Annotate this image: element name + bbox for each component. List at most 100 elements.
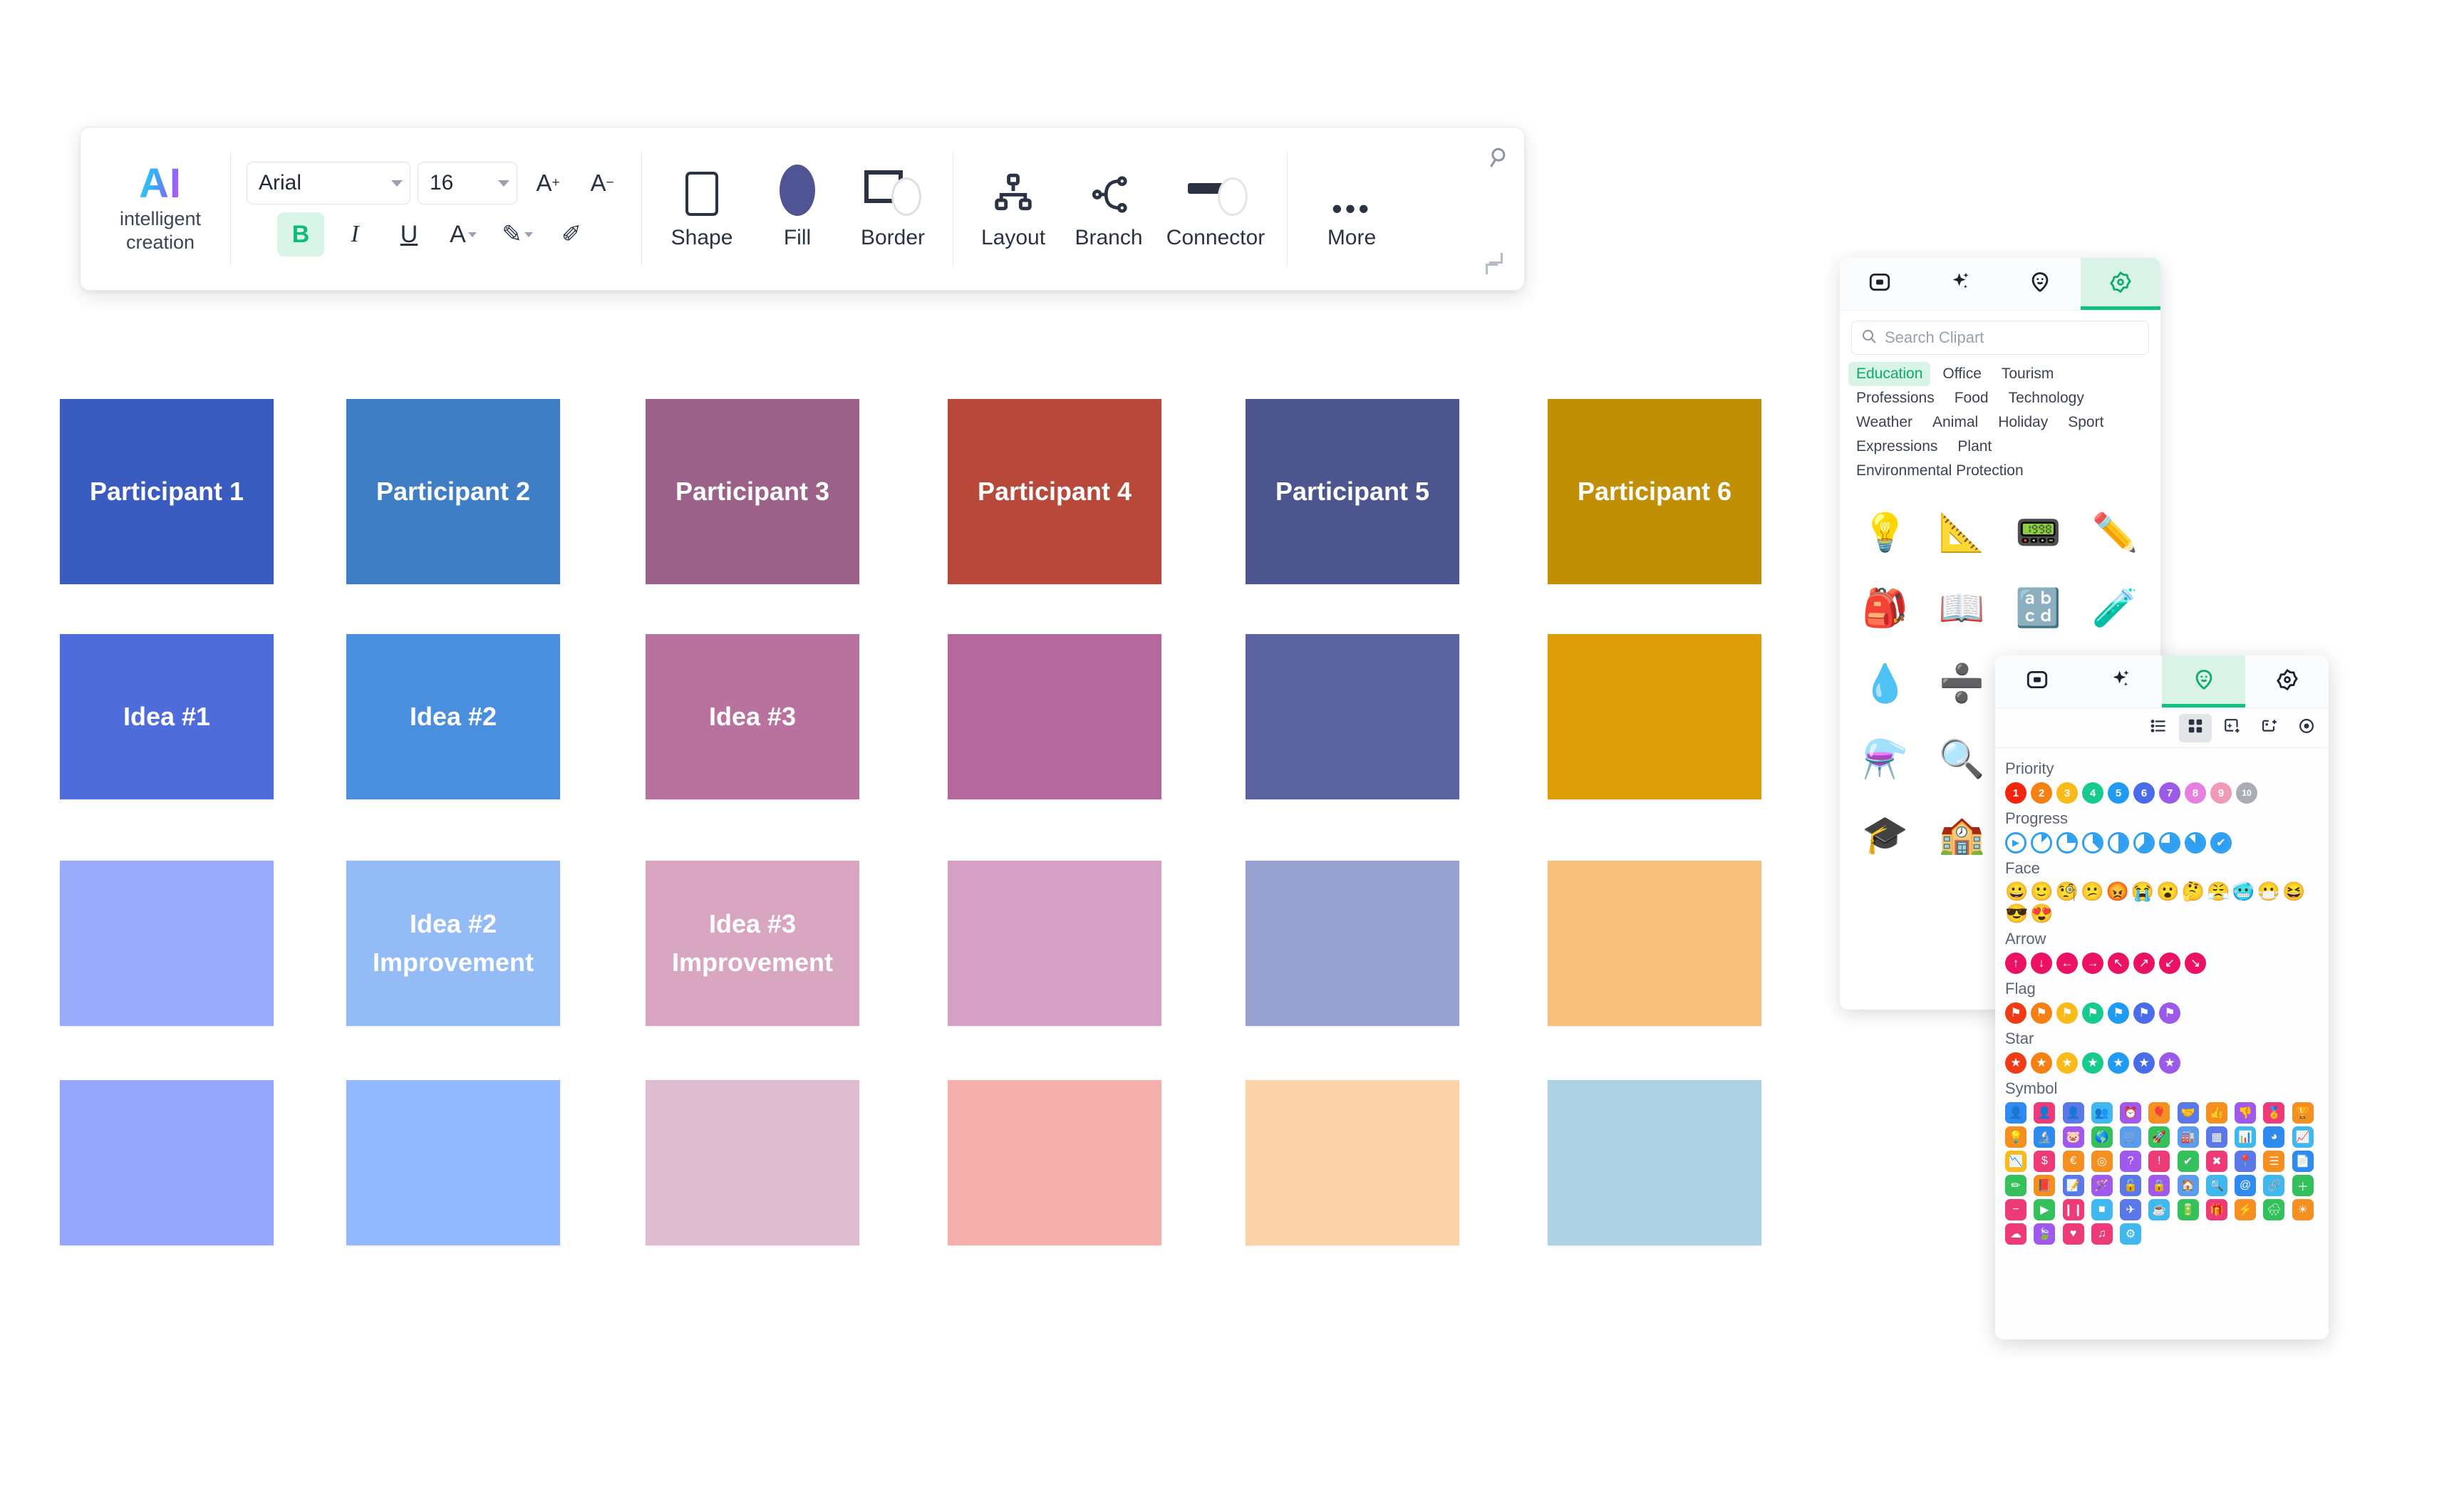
dollar-icon[interactable]: $ xyxy=(2034,1150,2056,1172)
emoji-sticker[interactable]: 🧐 xyxy=(2056,881,2079,901)
pause-icon[interactable]: ❙❙ xyxy=(2062,1198,2084,1220)
sticker-badge[interactable]: ⚑ xyxy=(2056,1002,2078,1024)
clipart-category[interactable]: Tourism xyxy=(1994,362,2062,386)
board-card[interactable] xyxy=(1246,1080,1459,1245)
board-card[interactable] xyxy=(1548,634,1761,799)
ai-intelligent-creation-button[interactable]: AI intelligent creation xyxy=(81,128,230,290)
emoji-sticker[interactable]: 🥶 xyxy=(2232,881,2255,901)
thumbs-down-icon[interactable]: 👎 xyxy=(2235,1101,2257,1124)
sun-icon[interactable]: ☀ xyxy=(2292,1198,2314,1220)
add-sticker-button[interactable] xyxy=(2216,714,2249,742)
abc-blocks-icon[interactable]: 🔡 xyxy=(2000,576,2077,640)
lightbulb-icon[interactable]: 💡 xyxy=(2005,1126,2026,1148)
heart-icon[interactable]: ♥ xyxy=(2062,1223,2084,1245)
location-pin-icon[interactable]: 📍 xyxy=(2235,1150,2257,1172)
emoji-sticker[interactable]: 😍 xyxy=(2030,903,2053,923)
molecule-icon[interactable]: ⚗️ xyxy=(1847,727,1924,791)
pin-icon[interactable]: ⚲ xyxy=(1481,140,1511,174)
add-shape-button[interactable] xyxy=(2253,714,2286,742)
board-card[interactable] xyxy=(60,861,274,1026)
line-chart-icon[interactable]: 📈 xyxy=(2292,1126,2314,1148)
exclamation-icon[interactable]: ! xyxy=(2148,1150,2170,1172)
clipart-category[interactable]: Plant xyxy=(1950,435,1999,459)
sticker-badge[interactable]: ↖ xyxy=(2108,952,2129,974)
clipart-category[interactable]: Technology xyxy=(2001,386,2092,410)
shape-button[interactable]: Shape xyxy=(656,167,747,250)
clipart-category[interactable]: Expressions xyxy=(1848,435,1945,459)
euro-icon[interactable]: € xyxy=(2062,1150,2084,1172)
progress-sticker[interactable] xyxy=(2082,832,2103,854)
emoji-sticker[interactable]: 😡 xyxy=(2106,881,2129,901)
magic-tab[interactable] xyxy=(1920,258,2001,310)
factory-icon[interactable]: 🏭 xyxy=(2177,1126,2199,1148)
board-card[interactable] xyxy=(646,1080,859,1245)
thumbs-up-icon[interactable]: 👍 xyxy=(2205,1101,2227,1124)
board-card[interactable] xyxy=(60,1080,274,1245)
board-card[interactable]: Idea #3 Improvement xyxy=(646,861,859,1026)
piggy-bank-icon[interactable]: 🐷 xyxy=(2062,1126,2084,1148)
sticker-badge[interactable]: ★ xyxy=(2056,1052,2078,1074)
microscope-icon[interactable]: 🔬 xyxy=(2034,1126,2056,1148)
plus-icon[interactable]: ＋ xyxy=(2292,1174,2314,1196)
sticker-badge[interactable]: ★ xyxy=(2159,1052,2180,1074)
coin-icon[interactable]: ◎ xyxy=(2091,1150,2113,1172)
book-icon[interactable]: 📕 xyxy=(2034,1174,2056,1196)
minus-icon[interactable]: − xyxy=(2005,1198,2026,1220)
sticker-badge[interactable]: ★ xyxy=(2133,1052,2155,1074)
sticker-badge[interactable]: ⚑ xyxy=(2108,1002,2129,1024)
clipart-category[interactable]: Professions xyxy=(1848,386,1942,410)
board-card[interactable]: Participant 2 xyxy=(346,399,560,584)
clipart-category[interactable]: Office xyxy=(1935,362,1989,386)
sticker-badge[interactable]: 9 xyxy=(2210,782,2232,804)
list-view-button[interactable] xyxy=(2142,714,2175,742)
clipart-category[interactable]: Holiday xyxy=(1990,410,2056,435)
sticker-badge[interactable]: ← xyxy=(2056,952,2078,974)
magnifier-icon[interactable]: 🔍 xyxy=(1924,727,2001,791)
trophy-icon[interactable]: 🏆 xyxy=(2292,1101,2314,1124)
sticker-badge[interactable]: 4 xyxy=(2082,782,2103,804)
decrease-font-size-button[interactable]: A − xyxy=(579,161,626,205)
emoji-sticker[interactable]: 😷 xyxy=(2257,881,2280,901)
clipart-category[interactable]: Animal xyxy=(1925,410,1986,435)
clipart-tab[interactable] xyxy=(2080,258,2160,310)
board-card[interactable]: Participant 1 xyxy=(60,399,274,584)
play-icon[interactable]: ▶ xyxy=(2034,1198,2056,1220)
emoji-sticker[interactable]: 🙂 xyxy=(2030,881,2053,901)
sticker-badge[interactable]: 6 xyxy=(2133,782,2155,804)
pencil-icon[interactable]: ✏️ xyxy=(2077,500,2154,564)
board-card[interactable]: Participant 5 xyxy=(1246,399,1459,584)
shopping-cart-icon[interactable]: 🛒 xyxy=(2120,1126,2142,1148)
board-card[interactable]: Participant 4 xyxy=(948,399,1161,584)
sticker-badge[interactable]: ↙ xyxy=(2159,952,2180,974)
magic-tab[interactable] xyxy=(2079,655,2162,707)
search-icon[interactable]: 🔍 xyxy=(2205,1174,2227,1196)
branch-button[interactable]: Branch xyxy=(1063,167,1154,250)
sticker-badge[interactable]: ⚑ xyxy=(2031,1002,2052,1024)
coffee-icon[interactable]: ☕ xyxy=(2148,1198,2170,1220)
board-card[interactable] xyxy=(1548,861,1761,1026)
clipart-category[interactable]: Education xyxy=(1848,362,1931,386)
layout-button[interactable]: Layout xyxy=(968,167,1059,250)
rain-cloud-icon[interactable]: 🌧 xyxy=(2263,1198,2285,1220)
stop-icon[interactable]: ■ xyxy=(2091,1198,2113,1220)
grid-view-button[interactable] xyxy=(2179,713,2212,742)
format-painter-button[interactable]: ✐ xyxy=(548,212,595,256)
board-card[interactable]: Idea #1 xyxy=(60,634,274,799)
board-card[interactable] xyxy=(1246,861,1459,1026)
question-icon[interactable]: ? xyxy=(2120,1150,2142,1172)
sticker-badge[interactable]: ↑ xyxy=(2005,952,2026,974)
frame-tab[interactable] xyxy=(1840,258,1920,310)
balloon-icon[interactable]: 🎈 xyxy=(2148,1101,2170,1124)
progress-sticker[interactable]: ✔ xyxy=(2210,832,2232,854)
sticker-badge[interactable]: ★ xyxy=(2031,1052,2052,1074)
board-card[interactable]: Idea #2 xyxy=(346,634,560,799)
font-size-select[interactable]: 16 xyxy=(418,162,517,204)
border-button[interactable]: Border xyxy=(847,167,938,250)
board-card[interactable] xyxy=(1548,1080,1761,1245)
sticker-badge[interactable]: ★ xyxy=(2108,1052,2129,1074)
font-family-select[interactable]: Arial xyxy=(247,162,410,204)
water-drop-icon[interactable]: 💧 xyxy=(1847,651,1924,715)
sticker-badge[interactable]: ⚑ xyxy=(2005,1002,2026,1024)
home-icon[interactable]: 🏠 xyxy=(2177,1174,2199,1196)
sticker-badge[interactable]: 5 xyxy=(2108,782,2129,804)
